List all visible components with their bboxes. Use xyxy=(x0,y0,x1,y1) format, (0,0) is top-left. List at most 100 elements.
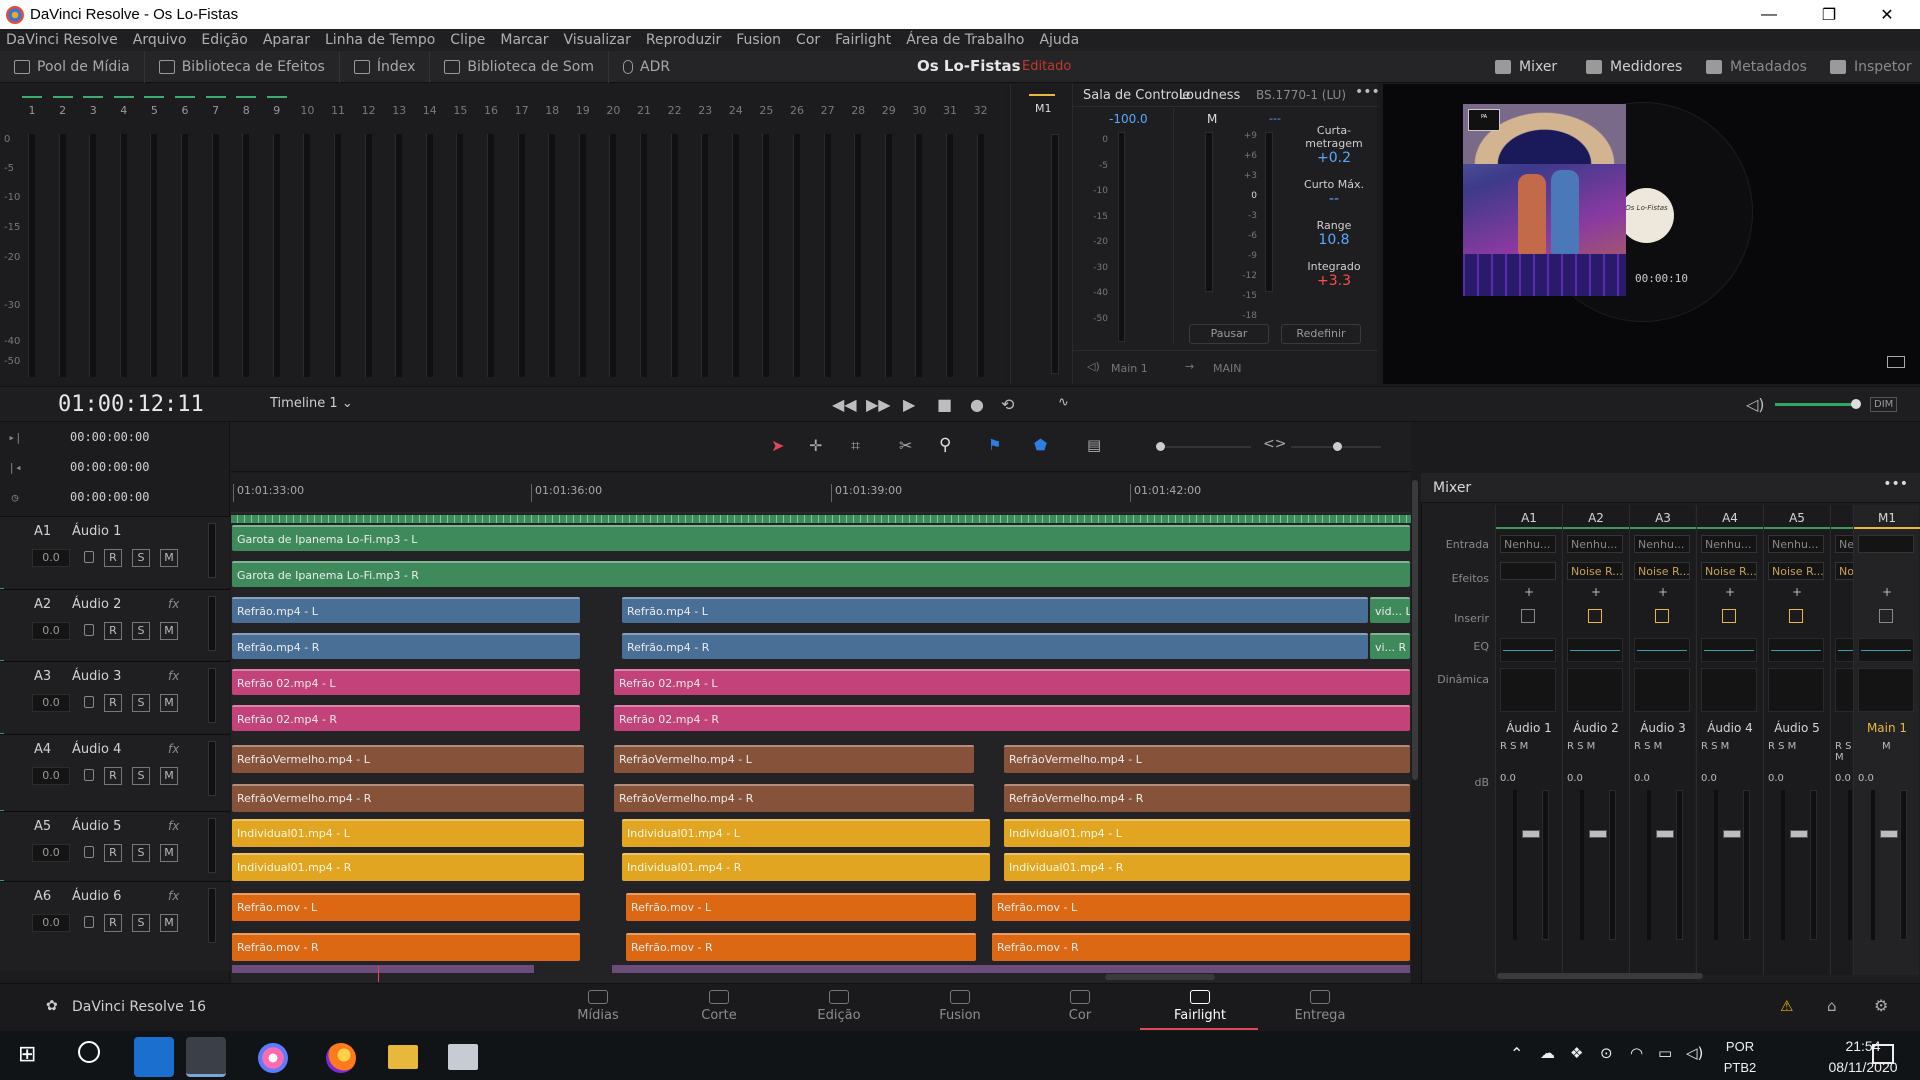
color-app-icon[interactable] xyxy=(258,1043,288,1073)
timeline-clip[interactable]: Refrão.mov - L xyxy=(232,893,580,921)
mixer-channel-name[interactable]: Áudio 5 xyxy=(1764,721,1830,735)
snap-link-icon[interactable]: ⚲ xyxy=(939,435,951,455)
eq-thumbnail[interactable] xyxy=(1858,638,1914,662)
record-arm-button[interactable]: R xyxy=(104,844,122,862)
loudness-options-icon[interactable]: ••• xyxy=(1355,84,1380,100)
record-arm-button[interactable]: R xyxy=(104,549,122,567)
timeline-clip[interactable]: Individual01.mp4 - L xyxy=(622,819,990,847)
timeline-clip[interactable]: Refrão.mov - L xyxy=(626,893,976,921)
sound-library-button[interactable]: Biblioteca de Som xyxy=(430,50,609,83)
file-explorer-icon[interactable] xyxy=(388,1045,418,1069)
mixer-channel-name[interactable]: Áudio 4 xyxy=(1697,721,1763,735)
menu-aparar[interactable]: Aparar xyxy=(263,32,310,48)
meters-toggle[interactable]: Medidores xyxy=(1586,51,1682,83)
eq-thumbnail[interactable] xyxy=(1567,638,1623,662)
timeline-clip[interactable]: Refrão 02.mp4 - R xyxy=(614,705,1410,731)
speaker-tray-icon[interactable]: ◁) xyxy=(1686,1044,1703,1062)
insert-toggle[interactable] xyxy=(1521,609,1535,623)
loudness-standard[interactable]: BS.1770-1 (LU) xyxy=(1256,88,1346,102)
timeline-selector[interactable]: Timeline 1 ⌄ xyxy=(270,396,353,411)
track-header-a6[interactable]: A6 Áudio 6 fx 0.0 R S M xyxy=(0,881,230,971)
add-effect-icon[interactable]: + xyxy=(1524,585,1534,599)
mail-app-icon[interactable] xyxy=(134,1037,174,1077)
add-effect-icon[interactable]: + xyxy=(1591,585,1601,599)
media-pool-button[interactable]: Pool de Mídia xyxy=(0,50,145,83)
track-header-a3[interactable]: A3 Áudio 3 fx 0.0 R S M xyxy=(0,661,230,733)
language-indicator[interactable]: POR PTB2 xyxy=(1720,1036,1760,1078)
timeline-clip[interactable]: Individual01.mp4 - R xyxy=(232,853,584,881)
index-button[interactable]: Índex xyxy=(340,50,431,83)
insert-toggle[interactable] xyxy=(1722,609,1736,623)
battery-icon[interactable]: ▭ xyxy=(1658,1044,1672,1062)
mute-button[interactable]: M xyxy=(160,767,178,785)
timeline-clip[interactable]: RefrãoVermelho.mp4 - L xyxy=(1004,745,1410,773)
tray-chevron-icon[interactable]: ⌃ xyxy=(1510,1044,1523,1063)
mixer-scrollbar[interactable] xyxy=(1497,973,1703,979)
timeline-clip[interactable]: Refrão 02.mp4 - R xyxy=(232,705,580,731)
solo-button[interactable]: S xyxy=(132,622,150,640)
track-header-a4[interactable]: A4 Áudio 4 fx 0.0 R S M xyxy=(0,734,230,810)
mixer-input-select[interactable]: Nenhu... xyxy=(1768,535,1824,553)
mixer-input-select[interactable]: Nenhu... xyxy=(1634,535,1690,553)
dynamics-thumbnail[interactable] xyxy=(1634,668,1690,712)
record-arm-button[interactable]: R xyxy=(104,767,122,785)
effects-library-button[interactable]: Biblioteca de Efeitos xyxy=(145,50,340,83)
loop-icon[interactable]: ⟲ xyxy=(1001,395,1014,414)
timeline-clip[interactable]: Refrão 02.mp4 - L xyxy=(232,669,580,695)
inspector-toggle[interactable]: Inspetor xyxy=(1830,51,1912,83)
menu-davinci[interactable]: DaVinci Resolve xyxy=(6,32,118,48)
lock-icon[interactable] xyxy=(84,624,94,636)
dynamics-thumbnail[interactable] xyxy=(1858,668,1914,712)
page-tab-edição[interactable]: Edição xyxy=(784,990,894,1023)
mixer-input-select[interactable]: Nenhu... xyxy=(1500,535,1556,553)
track-volume[interactable]: 0.0 xyxy=(32,694,70,712)
lock-icon[interactable] xyxy=(84,916,94,928)
mixer-effect-slot[interactable]: Noise R... xyxy=(1567,562,1623,580)
mixer-channel-name[interactable]: Áudio 3 xyxy=(1630,721,1696,735)
mixer-fader-knob[interactable] xyxy=(1723,830,1741,838)
track-name[interactable]: Áudio 2 xyxy=(72,597,121,612)
eq-thumbnail[interactable] xyxy=(1634,638,1690,662)
timeline-ruler[interactable] xyxy=(231,473,1411,513)
record-arm-button[interactable]: R xyxy=(104,914,122,932)
firefox-icon[interactable] xyxy=(326,1043,356,1073)
timeline-clip[interactable]: Refrão.mp4 - R xyxy=(622,633,1368,659)
menu-reproduzir[interactable]: Reproduzir xyxy=(646,32,721,48)
trim-tool-icon[interactable]: ⌗ xyxy=(851,436,860,456)
home-icon[interactable]: ⌂ xyxy=(1827,997,1837,1015)
record-icon[interactable]: ● xyxy=(970,395,984,414)
add-effect-icon[interactable]: + xyxy=(1882,585,1892,599)
record-arm-button[interactable]: R xyxy=(104,694,122,712)
timeline-clip[interactable]: Refrão.mp4 - L xyxy=(622,597,1368,623)
dynamics-thumbnail[interactable] xyxy=(1768,668,1824,712)
track-name[interactable]: Áudio 4 xyxy=(72,742,121,757)
menu-arquivo[interactable]: Arquivo xyxy=(133,32,187,48)
timeline-clip[interactable]: Refrão.mov - R xyxy=(232,933,580,961)
mixer-effect-slot[interactable]: Noise R... xyxy=(1768,562,1824,580)
mixer-effect-slot[interactable] xyxy=(1500,562,1556,580)
stop-icon[interactable]: ■ xyxy=(937,395,952,414)
menu-cor[interactable]: Cor xyxy=(796,32,820,48)
add-effect-icon[interactable]: + xyxy=(1658,585,1668,599)
timeline-clip[interactable]: RefrãoVermelho.mp4 - R xyxy=(614,784,974,812)
track-header-a1[interactable]: A1 Áudio 1 0.0 R S M xyxy=(0,516,230,588)
menu-fusion[interactable]: Fusion xyxy=(736,32,781,48)
solo-button[interactable]: S xyxy=(132,767,150,785)
timeline-clip[interactable]: vi... R xyxy=(1370,633,1410,659)
close-button[interactable]: ✕ xyxy=(1858,0,1916,29)
dropbox-icon[interactable]: ❖ xyxy=(1570,1044,1583,1062)
maximize-button[interactable]: ❐ xyxy=(1800,0,1858,29)
mute-button[interactable]: M xyxy=(160,844,178,862)
mixer-rsm-buttons[interactable]: R S M xyxy=(1768,741,1796,752)
menu-clipe[interactable]: Clipe xyxy=(450,32,485,48)
dynamics-thumbnail[interactable] xyxy=(1701,668,1757,712)
track-name[interactable]: Áudio 3 xyxy=(72,669,121,684)
solo-button[interactable]: S xyxy=(132,844,150,862)
minimize-button[interactable]: — xyxy=(1740,0,1798,29)
metadata-toggle[interactable]: Metadados xyxy=(1706,51,1807,83)
track-volume[interactable]: 0.0 xyxy=(32,549,70,567)
select-tool-icon[interactable]: ➤ xyxy=(771,436,784,455)
lock-icon[interactable] xyxy=(84,846,94,858)
record-arm-button[interactable]: R xyxy=(104,622,122,640)
timeline-clip[interactable]: Garota de Ipanema Lo-Fi.mp3 - R xyxy=(232,561,1410,587)
